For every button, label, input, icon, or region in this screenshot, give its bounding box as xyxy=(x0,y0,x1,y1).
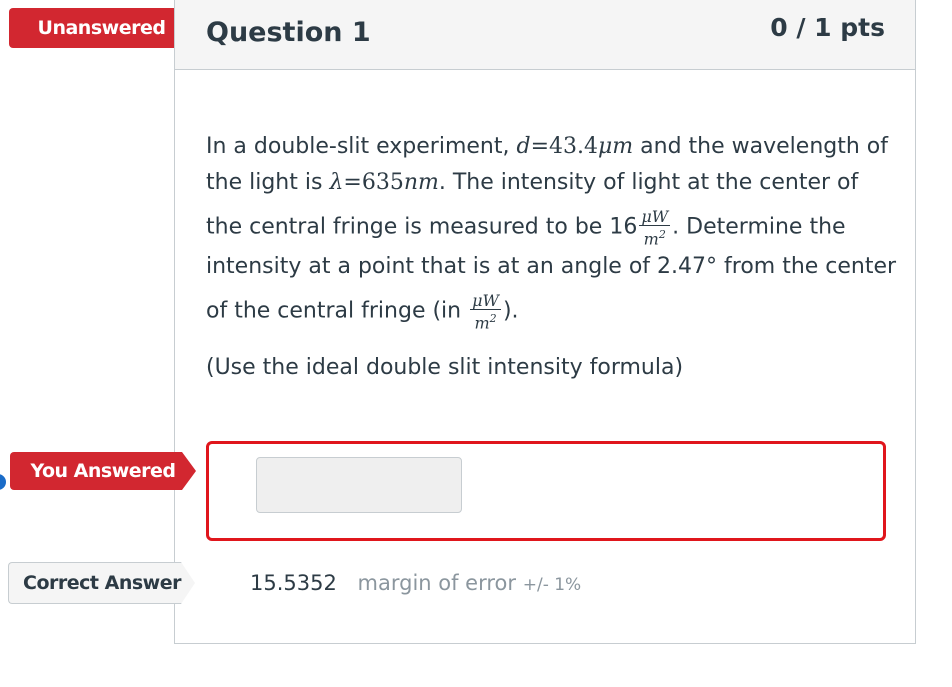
question-header: Question 1 0 / 1 pts xyxy=(175,0,915,70)
margin-of-error-label: margin of error xyxy=(357,571,517,595)
unit-fraction: μW m2 xyxy=(639,207,671,249)
question-card: Question 1 0 / 1 pts In a double-slit ex… xyxy=(174,0,916,644)
question-note: (Use the ideal double slit intensity for… xyxy=(206,355,684,380)
question-points: 0 / 1 pts xyxy=(770,13,885,42)
question-line-1: In a double-slit experiment, d=43.4μm an… xyxy=(206,134,889,159)
margin-of-error-value: +/- 1% xyxy=(522,575,582,595)
correct-answer-badge: Correct Answer xyxy=(8,562,195,604)
question-title: Question 1 xyxy=(206,17,371,48)
you-answered-label: You Answered xyxy=(30,460,176,482)
question-line-5: of the central fringe (in μW m2). xyxy=(206,291,519,333)
you-answered-badge: You Answered xyxy=(10,452,196,490)
question-line-3: the central fringe is measured to be 16 μ… xyxy=(206,207,846,249)
unanswered-label: Unanswered xyxy=(37,17,166,39)
answer-input[interactable] xyxy=(256,457,462,513)
indicator-dot xyxy=(0,474,6,490)
user-answer-box xyxy=(206,441,886,541)
correct-answer-value: 15.5352 xyxy=(250,571,337,595)
correct-answer-row: 15.5352 margin of error +/- 1% xyxy=(250,571,581,595)
unanswered-badge: Unanswered xyxy=(9,8,194,48)
question-line-4: intensity at a point that is at an angle… xyxy=(206,254,897,279)
unit-fraction-2: μW m2 xyxy=(470,291,501,333)
question-line-2: the light is λ=635nm. The intensity of l… xyxy=(206,170,859,195)
correct-answer-label: Correct Answer xyxy=(23,572,181,594)
